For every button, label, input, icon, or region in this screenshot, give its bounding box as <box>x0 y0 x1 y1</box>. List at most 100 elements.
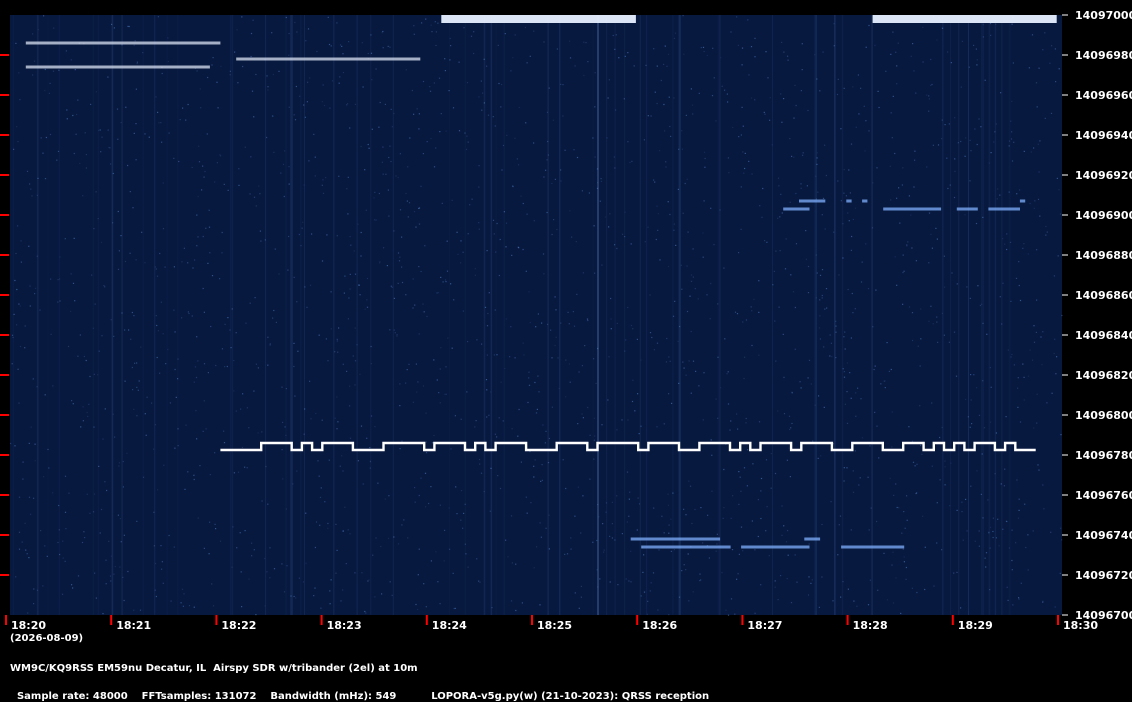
noise-speck <box>668 96 670 98</box>
noise-speck <box>217 107 219 109</box>
noise-speck <box>36 589 39 591</box>
noise-speck <box>610 297 612 300</box>
noise-speck <box>177 378 179 380</box>
noise-speck <box>327 522 329 525</box>
noise-speck <box>736 313 739 315</box>
noise-speck <box>993 141 995 143</box>
noise-speck <box>970 150 972 152</box>
noise-speck <box>617 584 619 586</box>
noise-speck <box>342 53 344 55</box>
noise-speck <box>831 356 833 358</box>
noise-speck <box>302 221 304 223</box>
noise-speck <box>580 596 582 598</box>
y-tick-left <box>0 54 9 56</box>
noise-speck <box>600 178 602 180</box>
noise-speck <box>937 341 939 343</box>
noise-speck <box>981 453 983 455</box>
noise-speck <box>210 325 212 328</box>
noise-speck <box>465 553 467 555</box>
noise-speck <box>788 415 791 417</box>
noise-speck <box>1036 393 1038 395</box>
noise-speck <box>712 47 714 49</box>
noise-speck <box>764 240 766 242</box>
noise-speck <box>1022 363 1024 365</box>
noise-speck <box>61 593 64 595</box>
noise-speck <box>371 128 373 130</box>
noise-speck <box>706 54 708 57</box>
noise-speck <box>344 506 346 508</box>
noise-speck <box>727 614 730 616</box>
noise-speck <box>551 406 553 408</box>
noise-speck <box>100 241 103 243</box>
noise-speck <box>843 371 845 373</box>
noise-speck <box>280 172 282 174</box>
noise-speck <box>155 96 157 98</box>
noise-speck <box>580 585 582 587</box>
noise-speck <box>898 507 900 509</box>
noise-speck <box>852 86 854 88</box>
noise-speck <box>614 167 616 169</box>
noise-speck <box>511 562 513 564</box>
noise-speck <box>259 193 261 195</box>
noise-speck <box>838 274 840 276</box>
noise-speck <box>202 287 204 290</box>
noise-speck <box>551 357 553 359</box>
noise-speck <box>969 180 971 182</box>
noise-speck <box>787 59 789 61</box>
noise-speck <box>537 313 539 315</box>
noise-speck <box>520 195 522 197</box>
noise-speck <box>966 286 968 288</box>
noise-speck <box>240 571 242 573</box>
noise-speck <box>212 57 214 59</box>
noise-streak <box>230 15 232 615</box>
noise-speck <box>656 65 658 67</box>
noise-speck <box>835 331 837 333</box>
noise-speck <box>667 53 670 55</box>
noise-speck <box>129 191 131 193</box>
noise-speck <box>699 573 701 575</box>
noise-speck <box>667 493 669 495</box>
noise-speck <box>129 252 131 254</box>
noise-speck <box>533 142 535 144</box>
noise-speck <box>360 145 362 148</box>
noise-speck <box>406 369 408 371</box>
noise-speck <box>34 460 36 462</box>
noise-speck <box>193 381 195 383</box>
noise-speck <box>346 104 348 106</box>
noise-speck <box>989 421 992 423</box>
noise-speck <box>720 387 722 389</box>
noise-speck <box>56 159 58 161</box>
noise-speck <box>981 303 983 305</box>
noise-speck <box>47 448 49 451</box>
noise-speck <box>134 40 136 42</box>
noise-speck <box>341 455 343 457</box>
noise-speck <box>515 563 517 565</box>
noise-speck <box>681 288 683 290</box>
noise-speck <box>720 57 722 59</box>
noise-speck <box>219 278 221 280</box>
noise-speck <box>329 107 331 109</box>
noise-speck <box>889 477 891 479</box>
noise-speck <box>105 559 107 561</box>
noise-speck <box>30 513 32 515</box>
noise-speck <box>911 312 914 314</box>
noise-streak <box>983 15 984 615</box>
noise-speck <box>713 77 715 79</box>
noise-speck <box>574 65 576 67</box>
noise-speck <box>181 317 183 319</box>
noise-speck <box>616 322 618 324</box>
noise-streak <box>958 15 960 615</box>
noise-speck <box>752 463 754 465</box>
noise-speck <box>848 169 850 171</box>
noise-speck <box>85 359 87 362</box>
noise-speck <box>401 236 403 238</box>
noise-speck <box>542 253 545 255</box>
noise-speck <box>761 216 763 218</box>
noise-speck <box>936 316 938 318</box>
noise-speck <box>928 98 930 100</box>
noise-speck <box>327 527 329 529</box>
noise-speck <box>642 571 644 573</box>
noise-speck <box>994 131 996 133</box>
noise-speck <box>678 596 681 598</box>
noise-speck <box>665 361 667 363</box>
